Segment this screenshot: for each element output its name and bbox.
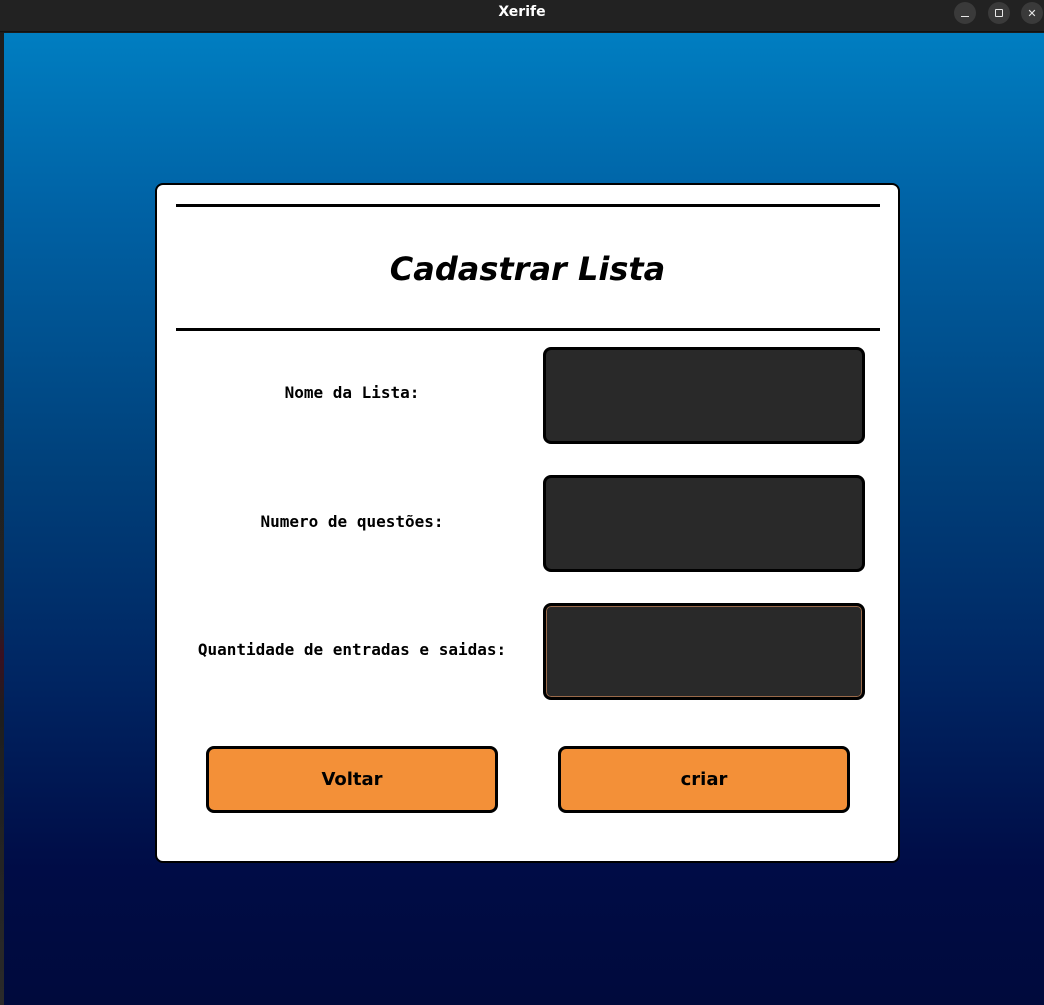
- close-button[interactable]: ✕: [1021, 2, 1043, 24]
- io-count-label: Quantidade de entradas e saidas:: [197, 640, 507, 659]
- maximize-button[interactable]: [988, 2, 1010, 24]
- question-count-label: Numero de questões:: [260, 512, 444, 531]
- minimize-icon: [961, 15, 969, 17]
- close-icon: ✕: [1027, 6, 1037, 20]
- page-title: Cadastrar Lista: [389, 250, 666, 288]
- minimize-button[interactable]: [954, 2, 976, 24]
- divider-bottom: [176, 328, 880, 331]
- list-name-label: Nome da Lista:: [284, 383, 420, 402]
- window-title: Xerife: [498, 4, 546, 20]
- io-count-input[interactable]: [543, 603, 865, 700]
- question-count-input[interactable]: [543, 475, 865, 572]
- list-name-input[interactable]: [543, 347, 865, 444]
- title-bar[interactable]: Xerife ✕: [0, 0, 1044, 32]
- back-button[interactable]: Voltar: [206, 746, 498, 813]
- divider-top: [176, 204, 880, 207]
- maximize-icon: [995, 9, 1003, 17]
- app-window: Xerife ✕ Cadastrar Lista Nome da Lista: …: [0, 0, 1044, 1005]
- create-button[interactable]: criar: [558, 746, 850, 813]
- form-card: Cadastrar Lista Nome da Lista: Numero de…: [155, 183, 900, 863]
